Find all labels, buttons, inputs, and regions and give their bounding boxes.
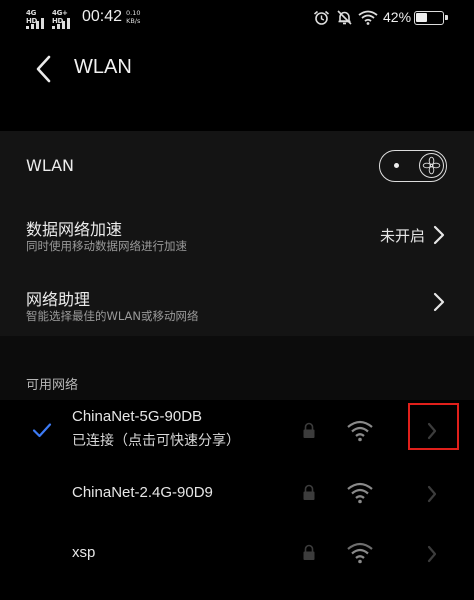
signal-bars-icon bbox=[26, 18, 44, 29]
network-item[interactable]: ChinaNet-5G-90DB 已连接（点击可快速分享） bbox=[0, 400, 474, 464]
highlight-box bbox=[408, 403, 459, 450]
toggle-dot bbox=[394, 163, 399, 168]
network-ssid: ChinaNet-2.4G-90D9 bbox=[72, 484, 213, 501]
lock-icon bbox=[303, 484, 315, 500]
data-acceleration-sub: 同时使用移动数据网络进行加速 bbox=[26, 239, 187, 253]
network-assistant-row[interactable]: 网络助理 智能选择最佳的WLAN或移动网络 bbox=[0, 267, 474, 336]
data-acceleration-status: 未开启 bbox=[380, 227, 426, 245]
settings-card: WLAN 数据网络加速 同时使用移动数据网络进行加速 未开启 网络助理 智能选择… bbox=[0, 131, 474, 336]
network-ssid: ChinaNet-5G-90DB bbox=[72, 408, 203, 425]
signal-bars-icon bbox=[52, 18, 70, 29]
wifi-signal-icon bbox=[347, 542, 373, 564]
page-header: WLAN bbox=[0, 34, 474, 130]
mute-bell-icon bbox=[337, 10, 352, 25]
network-item[interactable]: ChinaNet-2.4G-90D9 bbox=[0, 464, 474, 528]
network-speed: 0.10 KB/s bbox=[126, 9, 140, 25]
data-acceleration-label: 数据网络加速 bbox=[26, 220, 123, 239]
wlan-row[interactable]: WLAN bbox=[0, 131, 474, 199]
check-icon bbox=[32, 423, 52, 438]
battery-cap bbox=[445, 15, 448, 20]
network-detail-chevron-icon[interactable] bbox=[427, 485, 437, 503]
wifi-signal-icon bbox=[347, 482, 373, 504]
status-bar: 4G HD 4G+ HD 00:42 0.10 KB/s 42% bbox=[0, 0, 474, 34]
wlan-toggle[interactable] bbox=[379, 150, 447, 182]
battery-icon bbox=[414, 11, 448, 25]
battery-percent: 42% bbox=[383, 9, 412, 25]
back-button[interactable] bbox=[32, 54, 54, 84]
network-list: ChinaNet-5G-90DB 已连接（点击可快速分享） ChinaNet-2… bbox=[0, 400, 474, 600]
speed-value: 0.10 bbox=[126, 9, 141, 17]
network-assistant-label: 网络助理 bbox=[26, 290, 91, 309]
network-detail-chevron-icon[interactable] bbox=[427, 545, 437, 563]
wifi-signal-icon bbox=[347, 420, 373, 442]
page-title: WLAN bbox=[74, 56, 132, 78]
wlan-label: WLAN bbox=[26, 156, 75, 175]
clock: 00:42 bbox=[82, 8, 123, 25]
lock-icon bbox=[303, 422, 315, 438]
wifi-icon bbox=[358, 10, 378, 25]
available-networks-title: 可用网络 bbox=[26, 378, 79, 393]
chevron-right-icon bbox=[433, 225, 445, 245]
battery-fill bbox=[416, 13, 427, 22]
speed-unit: KB/s bbox=[126, 17, 141, 25]
alarm-icon bbox=[313, 10, 330, 25]
network-ssid: xsp bbox=[72, 544, 96, 561]
network-item[interactable]: xsp bbox=[0, 528, 474, 592]
lock-icon bbox=[303, 544, 315, 560]
flower-icon bbox=[419, 153, 444, 178]
network-assistant-sub: 智能选择最佳的WLAN或移动网络 bbox=[26, 309, 199, 323]
chevron-right-icon bbox=[433, 292, 445, 312]
network-status: 已连接（点击可快速分享） bbox=[72, 433, 240, 449]
